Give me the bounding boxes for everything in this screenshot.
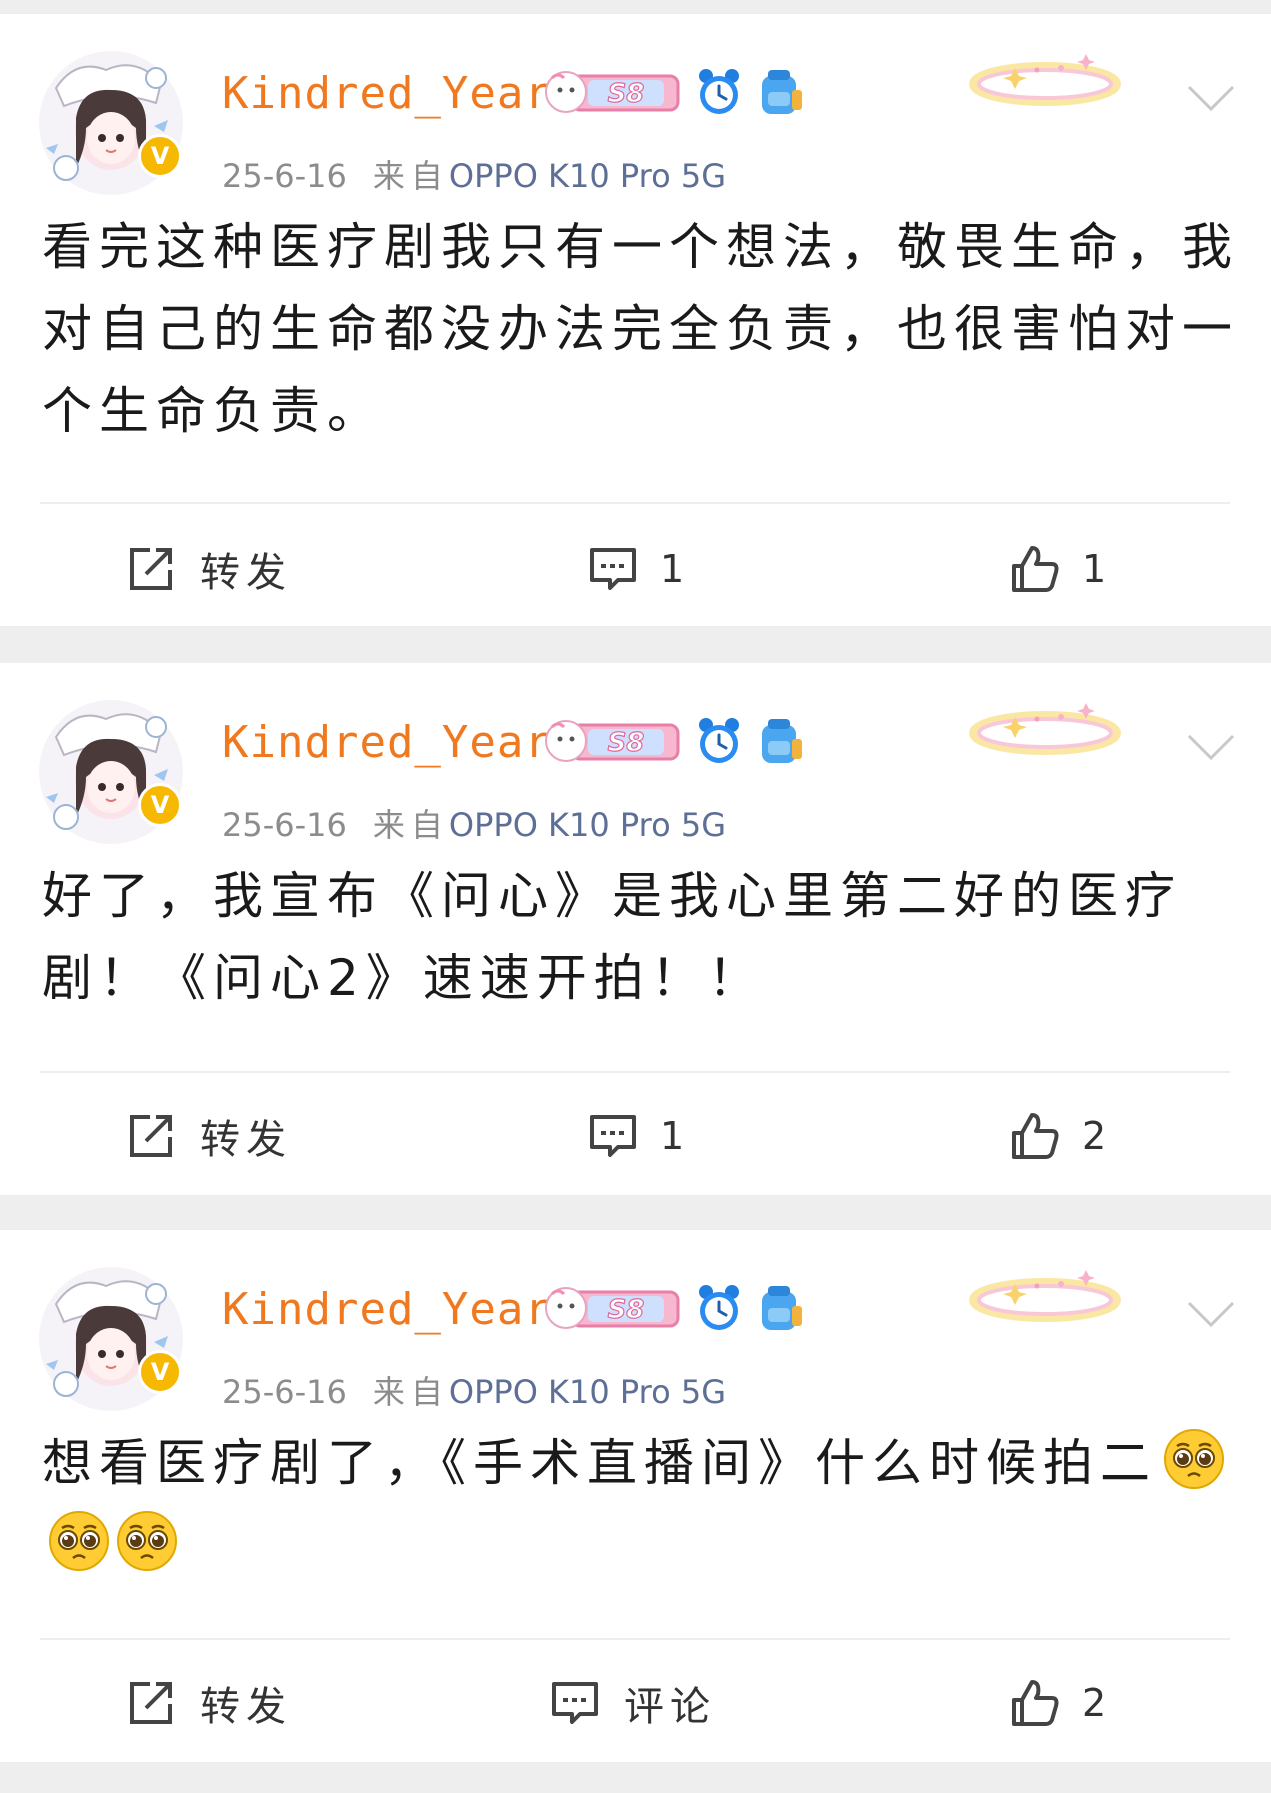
- post-text: 想看医疗剧了，《手术直播间》什么时候拍二: [42, 1434, 1157, 1492]
- repost-icon: [130, 1115, 172, 1157]
- repost-button[interactable]: 转发: [124, 1648, 292, 1758]
- clock-icon[interactable]: [696, 66, 742, 118]
- level-badge-icon[interactable]: S8: [544, 68, 682, 116]
- backpack-icon[interactable]: [756, 1282, 804, 1334]
- comment-button[interactable]: 评论: [548, 1648, 716, 1758]
- repost-label: 转发: [200, 550, 292, 596]
- post-content[interactable]: 看完这种医疗剧我只有一个想法，敬畏生命，我对自己的生命都没办法完全负责，也很害怕…: [42, 206, 1242, 452]
- repost-label: 转发: [200, 1684, 292, 1730]
- chevron-down-icon[interactable]: [1186, 84, 1236, 114]
- decoration-sticker-icon: [969, 1270, 1121, 1322]
- source-label: 来自: [372, 157, 449, 195]
- post-date: 25-6-16: [222, 157, 347, 195]
- svg-text:S8: S8: [608, 1295, 645, 1325]
- post-meta: 25-6-16 来自OPPO K10 Pro 5G: [222, 809, 726, 841]
- divider: [40, 1638, 1230, 1640]
- source-label: 来自: [372, 806, 449, 844]
- username[interactable]: Kindred_Yearn: [222, 1288, 579, 1332]
- repost-button[interactable]: 转发: [124, 514, 292, 624]
- pleading-face-emoji-icon: [117, 1511, 177, 1571]
- device-name[interactable]: OPPO K10 Pro 5G: [449, 157, 726, 195]
- verified-icon: V: [138, 134, 182, 178]
- username[interactable]: Kindred_Yearn: [222, 721, 579, 765]
- thumbs-up-icon: [1012, 1113, 1059, 1159]
- pleading-face-emoji-icon: [49, 1511, 109, 1571]
- divider: [40, 1071, 1230, 1073]
- comment-icon: [590, 548, 636, 590]
- comment-label: 评论: [624, 1684, 716, 1730]
- repost-button[interactable]: 转发: [124, 1081, 292, 1191]
- action-bar: 转发 评论 2: [0, 1648, 1271, 1758]
- repost-icon: [130, 1682, 172, 1724]
- like-count: 2: [1082, 1114, 1107, 1158]
- post-date: 25-6-16: [222, 1373, 347, 1411]
- post-meta: 25-6-16 来自OPPO K10 Pro 5G: [222, 1376, 726, 1408]
- clock-icon[interactable]: [696, 715, 742, 767]
- action-bar: 转发 1 2: [0, 1081, 1271, 1191]
- level-badge-icon[interactable]: S8: [544, 717, 682, 765]
- comment-count: 1: [660, 547, 685, 591]
- repost-icon: [130, 548, 172, 590]
- post-meta: 25-6-16 来自OPPO K10 Pro 5G: [222, 160, 726, 192]
- username[interactable]: Kindred_Yearn: [222, 72, 579, 116]
- like-button[interactable]: 2: [1008, 1081, 1106, 1191]
- verified-icon: V: [138, 783, 182, 827]
- post-text: 好了，我宣布《问心》是我心里第二好的医疗剧！《问心2》速速开拍！！: [42, 867, 1182, 1007]
- comment-button[interactable]: 1: [586, 1081, 684, 1191]
- post-card[interactable]: V Kindred_Yearn S8 25-6-16 来自OPPO K10 Pr…: [0, 14, 1271, 626]
- post-content[interactable]: 好了，我宣布《问心》是我心里第二好的医疗剧！《问心2》速速开拍！！: [42, 855, 1242, 1019]
- pleading-face-emoji-icon: [1164, 1429, 1224, 1489]
- decoration-sticker-icon: [969, 703, 1121, 755]
- svg-text:S8: S8: [608, 79, 645, 109]
- chevron-down-icon[interactable]: [1186, 1300, 1236, 1330]
- like-count: 1: [1082, 547, 1107, 591]
- svg-text:S8: S8: [608, 728, 645, 758]
- clock-icon[interactable]: [696, 1282, 742, 1334]
- repost-label: 转发: [200, 1117, 292, 1163]
- comment-icon: [552, 1682, 598, 1724]
- post-card[interactable]: V Kindred_Yearn S8 25-6-16 来自OPPO K10 Pr…: [0, 663, 1271, 1195]
- divider: [40, 502, 1230, 504]
- backpack-icon[interactable]: [756, 66, 804, 118]
- like-button[interactable]: 2: [1008, 1648, 1106, 1758]
- source-label: 来自: [372, 1373, 449, 1411]
- device-name[interactable]: OPPO K10 Pro 5G: [449, 806, 726, 844]
- comment-icon: [590, 1115, 636, 1157]
- post-content[interactable]: 想看医疗剧了，《手术直播间》什么时候拍二: [42, 1422, 1242, 1586]
- post-card[interactable]: V Kindred_Yearn S8 25-6-16 来自OPPO K10 Pr…: [0, 1230, 1271, 1762]
- like-count: 2: [1082, 1681, 1107, 1725]
- level-badge-icon[interactable]: S8: [544, 1284, 682, 1332]
- comment-count: 1: [660, 1114, 685, 1158]
- chevron-down-icon[interactable]: [1186, 733, 1236, 763]
- comment-button[interactable]: 1: [586, 514, 684, 624]
- like-button[interactable]: 1: [1008, 514, 1106, 624]
- post-text: 看完这种医疗剧我只有一个想法，敬畏生命，我对自己的生命都没办法完全负责，也很害怕…: [42, 218, 1239, 440]
- action-bar: 转发 1 1: [0, 514, 1271, 624]
- thumbs-up-icon: [1012, 546, 1059, 592]
- thumbs-up-icon: [1012, 1680, 1059, 1726]
- backpack-icon[interactable]: [756, 715, 804, 767]
- device-name[interactable]: OPPO K10 Pro 5G: [449, 1373, 726, 1411]
- post-date: 25-6-16: [222, 806, 347, 844]
- decoration-sticker-icon: [969, 54, 1121, 106]
- verified-icon: V: [138, 1350, 182, 1394]
